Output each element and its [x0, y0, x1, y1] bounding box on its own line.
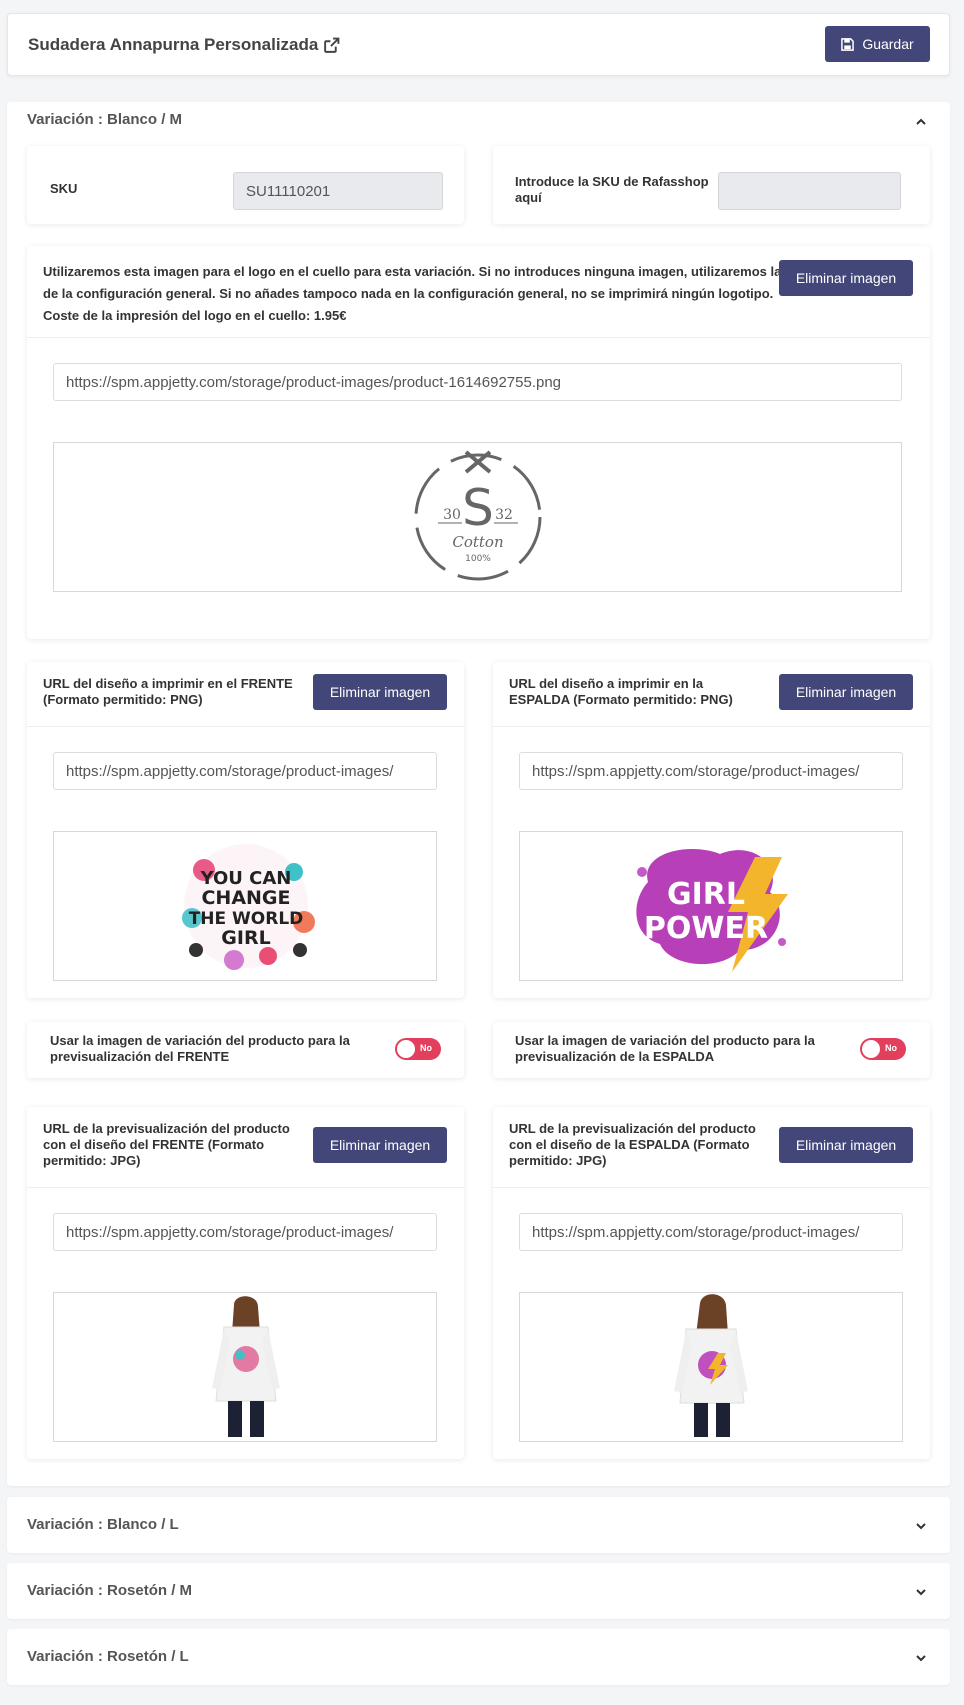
rafasshop-sku-card: Introduce la SKU de Rafasshop aquí	[493, 146, 930, 224]
back-preview-label: URL de la previsualización del producto …	[509, 1121, 756, 1168]
front-preview-toggle-card: Usar la imagen de variación del producto…	[27, 1022, 464, 1078]
logo-url-input[interactable]: https://spm.appjetty.com/storage/product…	[53, 363, 902, 401]
chevron-down-icon[interactable]	[914, 1519, 928, 1533]
svg-text:30: 30	[443, 507, 461, 523]
front-preview-toggle[interactable]: No	[395, 1038, 441, 1060]
toggle-state: No	[420, 1043, 432, 1053]
rafasshop-sku-input[interactable]	[718, 172, 901, 210]
delete-back-image-button[interactable]: Eliminar imagen	[779, 674, 913, 710]
toggle-state: No	[885, 1043, 897, 1053]
girl-power-image: GIRL POWER	[636, 849, 788, 972]
svg-text:32: 32	[495, 507, 513, 523]
sku-label: SKU	[50, 181, 78, 196]
sweatshirt-back-photo	[674, 1294, 748, 1437]
front-toggle-label: Usar la imagen de variación del producto…	[50, 1033, 350, 1064]
front-preview-image	[53, 1292, 437, 1442]
back-preview-image	[519, 1292, 903, 1442]
rafasshop-sku-label: Introduce la SKU de Rafasshop aquí	[515, 174, 709, 205]
front-design-label: URL del diseño a imprimir en el FRENTE (…	[43, 676, 293, 707]
front-design-url-input[interactable]: https://spm.appjetty.com/storage/product…	[53, 752, 437, 790]
svg-text:S: S	[462, 479, 494, 537]
chevron-up-icon[interactable]	[914, 115, 928, 129]
back-preview-toggle-card: Usar la imagen de variación del producto…	[493, 1022, 930, 1078]
front-design-card: URL del diseño a imprimir en el FRENTE (…	[27, 662, 464, 998]
sku-card: SKU SU11110201	[27, 146, 464, 224]
variation-panel-blanco-l[interactable]: Variación : Blanco / L	[7, 1497, 950, 1553]
toggle-knob	[397, 1040, 415, 1058]
chevron-down-icon[interactable]	[914, 1585, 928, 1599]
delete-front-preview-button[interactable]: Eliminar imagen	[313, 1127, 447, 1163]
divider	[27, 1187, 464, 1188]
logo-description: Utilizaremos esta imagen para el logo en…	[43, 264, 782, 323]
svg-text:100%: 100%	[465, 554, 491, 564]
variation-title[interactable]: Variación : Rosetón / M	[27, 1582, 192, 1599]
sku-input[interactable]: SU11110201	[233, 172, 443, 210]
back-design-preview: GIRL POWER	[519, 831, 903, 981]
divider	[27, 337, 930, 338]
floppy-disk-icon	[841, 37, 855, 51]
delete-back-preview-button[interactable]: Eliminar imagen	[779, 1127, 913, 1163]
svg-text:Cotton: Cotton	[452, 533, 503, 551]
svg-text:GIRL: GIRL	[221, 927, 270, 949]
chevron-down-icon[interactable]	[914, 1651, 928, 1665]
back-preview-url-input[interactable]: https://spm.appjetty.com/storage/product…	[519, 1213, 903, 1251]
front-design-preview: YOU CAN CHANGE THE WORLD GIRL	[53, 831, 437, 981]
divider	[493, 1187, 930, 1188]
back-design-label: URL del diseño a imprimir en la ESPALDA …	[509, 676, 733, 707]
back-preview-toggle[interactable]: No	[860, 1038, 906, 1060]
you-can-change-the-world-image: YOU CAN CHANGE THE WORLD GIRL	[182, 844, 315, 970]
front-preview-label: URL de la previsualización del producto …	[43, 1121, 290, 1168]
svg-text:POWER: POWER	[644, 911, 768, 946]
variation-title[interactable]: Variación : Blanco / L	[27, 1516, 179, 1533]
back-toggle-label: Usar la imagen de variación del producto…	[515, 1033, 815, 1064]
svg-text:YOU CAN: YOU CAN	[200, 868, 292, 889]
svg-text:THE WORLD: THE WORLD	[189, 909, 304, 929]
divider	[27, 726, 464, 727]
logo-card: Utilizaremos esta imagen para el logo en…	[27, 246, 930, 639]
variation-panel-roseton-m[interactable]: Variación : Rosetón / M	[7, 1563, 950, 1619]
back-design-card: URL del diseño a imprimir en la ESPALDA …	[493, 662, 930, 998]
page-title: Sudadera Annapurna Personalizada	[28, 35, 340, 55]
back-preview-card: URL de la previsualización del producto …	[493, 1107, 930, 1459]
product-header: Sudadera Annapurna Personalizada	[7, 13, 950, 76]
front-preview-card: URL de la previsualización del producto …	[27, 1107, 464, 1459]
divider	[493, 726, 930, 727]
logo-image-preview: 30 S 32 Cotton 100%	[53, 442, 902, 592]
front-preview-url-input[interactable]: https://spm.appjetty.com/storage/product…	[53, 1213, 437, 1251]
variation-panel-roseton-l[interactable]: Variación : Rosetón / L	[7, 1629, 950, 1685]
back-design-url-input[interactable]: https://spm.appjetty.com/storage/product…	[519, 752, 903, 790]
variation-title[interactable]: Variación : Rosetón / L	[27, 1648, 189, 1665]
delete-logo-image-button[interactable]: Eliminar imagen	[779, 260, 913, 296]
toggle-knob	[862, 1040, 880, 1058]
variation-title[interactable]: Variación : Blanco / M	[27, 111, 182, 128]
delete-front-image-button[interactable]: Eliminar imagen	[313, 674, 447, 710]
svg-text:CHANGE: CHANGE	[201, 887, 290, 909]
svg-text:GIRL: GIRL	[667, 877, 745, 912]
sweatshirt-front-photo	[212, 1296, 280, 1437]
save-button[interactable]: Guardar	[825, 26, 930, 62]
external-link-icon[interactable]	[323, 37, 340, 54]
cotton-logo-image: 30 S 32 Cotton 100%	[414, 450, 542, 581]
